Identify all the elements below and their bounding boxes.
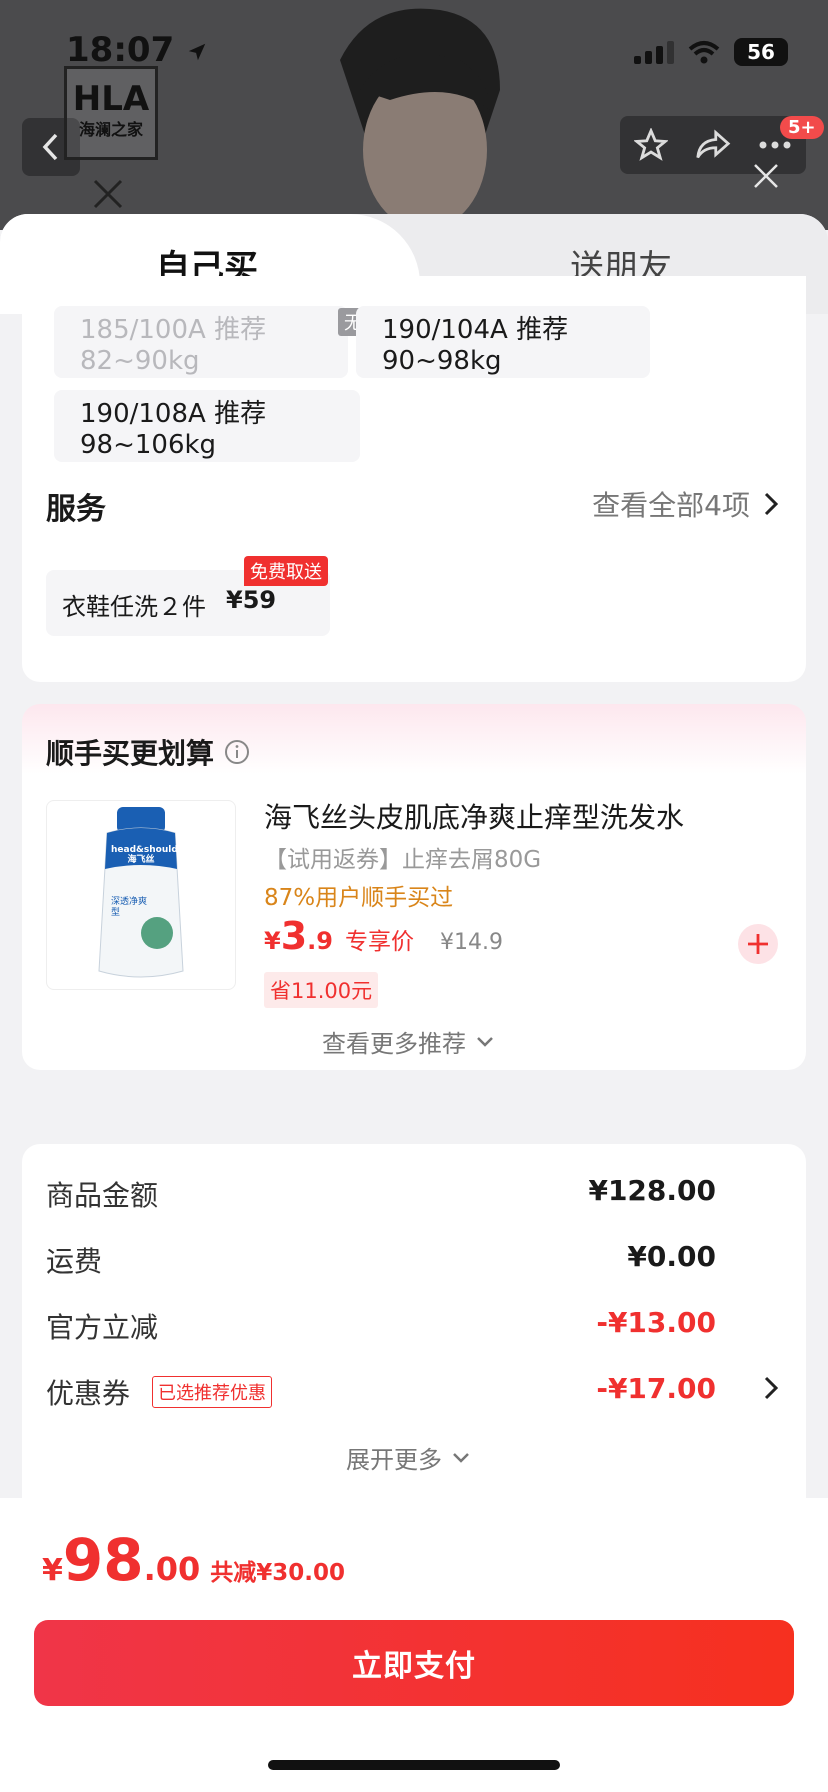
close-icon xyxy=(754,164,778,188)
addon-social-proof: 87%用户顺手买过 xyxy=(264,885,454,911)
star-icon[interactable] xyxy=(633,128,668,162)
addon-title: 顺手买更划算 xyxy=(46,732,250,772)
addon-product-desc: 【试用返券】止痒去屑80G xyxy=(264,847,542,873)
summary-label-goods: 商品金额 xyxy=(46,1179,159,1212)
summary-expand-label: 展开更多 xyxy=(346,1446,442,1474)
addon-more-label: 查看更多推荐 xyxy=(322,1030,466,1058)
addon-product-image[interactable]: head&shoulders 海飞丝 深透净爽型 xyxy=(46,800,236,990)
total-amount: ¥ 98 .00 共减¥30.00 xyxy=(42,1526,346,1594)
status-time: 18:07 xyxy=(66,30,208,70)
product-header-dimmed: 18:07 56 HLA 海澜之家 5+ xyxy=(0,0,828,230)
addon-original-price: ¥14.9 xyxy=(439,930,503,955)
addon-product-name[interactable]: 海飞丝头皮肌底净爽止痒型洗发水 xyxy=(264,796,684,836)
size-service-card: 185/100A 推荐 82~90kg 无货 190/104A 推荐 90~98… xyxy=(22,276,806,682)
summary-value-official-discount: -¥13.00 xyxy=(596,1306,716,1339)
chevron-right-icon xyxy=(764,492,778,516)
chevron-left-icon xyxy=(42,133,58,161)
plus-icon xyxy=(748,934,768,954)
size-option-label: 185/100A 推荐 82~90kg xyxy=(80,314,267,376)
order-summary-card: 商品金额 ¥128.00 运费 ¥0.00 官方立减 -¥13.00 优惠券 已… xyxy=(22,1144,806,1544)
addon-title-label: 顺手买更划算 xyxy=(46,737,215,770)
share-icon[interactable] xyxy=(695,128,731,162)
close-header-button[interactable] xyxy=(752,162,780,194)
pay-bar: ¥ 98 .00 共减¥30.00 立即支付 xyxy=(0,1498,828,1792)
service-item-price: ¥59 xyxy=(226,586,277,614)
size-option-disabled[interactable]: 185/100A 推荐 82~90kg xyxy=(54,306,348,378)
size-option[interactable]: 190/104A 推荐 90~98kg xyxy=(356,306,650,378)
summary-label-coupon: 优惠券 xyxy=(46,1377,131,1410)
add-to-order-button[interactable] xyxy=(738,924,778,964)
summary-value-goods: ¥128.00 xyxy=(588,1174,716,1207)
summary-value-shipping: ¥0.00 xyxy=(627,1240,716,1273)
shampoo-bottle-image xyxy=(98,807,184,978)
product-model-image xyxy=(340,8,500,230)
addon-more-recommend[interactable]: 查看更多推荐 xyxy=(322,1024,494,1059)
service-item-name: 衣鞋任洗２件 xyxy=(62,593,206,621)
summary-label-official-discount: 官方立减 xyxy=(46,1311,159,1344)
addon-save-tag: 省11.00元 xyxy=(264,972,379,1008)
addon-card: 顺手买更划算 head&shoulders 海飞丝 深透净爽型 海飞丝头皮肌底净… xyxy=(22,704,806,1070)
size-option-label: 190/108A 推荐 98~106kg xyxy=(80,398,267,460)
summary-expand-more[interactable]: 展开更多 xyxy=(346,1440,470,1475)
service-view-all-label: 查看全部4项 xyxy=(592,489,750,522)
close-icon xyxy=(93,179,123,209)
home-indicator xyxy=(268,1760,560,1770)
message-badge: 5+ xyxy=(780,116,824,139)
coupon-tag: 已选推荐优惠 xyxy=(152,1376,272,1408)
chevron-down-icon xyxy=(453,1452,469,1463)
summary-label-shipping: 运费 xyxy=(46,1245,103,1278)
addon-price: ¥ 3 .9 专享价 ¥14.9 xyxy=(264,914,503,958)
total-discount: 共减¥30.00 xyxy=(210,1560,346,1586)
more-icon[interactable] xyxy=(758,140,792,150)
size-option-label: 190/104A 推荐 90~98kg xyxy=(382,314,569,376)
battery-icon: 56 xyxy=(734,38,788,66)
close-ad-button[interactable] xyxy=(92,178,124,214)
service-title: 服务 xyxy=(46,492,106,527)
pay-now-button[interactable]: 立即支付 xyxy=(34,1620,794,1706)
service-view-all[interactable]: 查看全部4项 xyxy=(592,484,778,524)
wifi-icon xyxy=(688,41,720,64)
bottle-brand-label: head&shoulders 海飞丝 xyxy=(111,845,194,865)
service-tag: 免费取送 xyxy=(244,556,328,586)
status-indicators: 56 xyxy=(634,38,788,66)
chevron-down-icon xyxy=(477,1036,493,1047)
location-arrow-icon xyxy=(188,43,206,60)
info-icon[interactable] xyxy=(224,739,250,765)
signal-icon xyxy=(634,40,674,64)
bottle-type-label: 深透净爽型 xyxy=(111,897,148,918)
brand-logo: HLA 海澜之家 xyxy=(64,66,158,160)
summary-value-coupon[interactable]: -¥17.00 xyxy=(596,1372,716,1405)
chevron-right-icon[interactable] xyxy=(764,1376,778,1400)
size-option[interactable]: 190/108A 推荐 98~106kg xyxy=(54,390,360,462)
